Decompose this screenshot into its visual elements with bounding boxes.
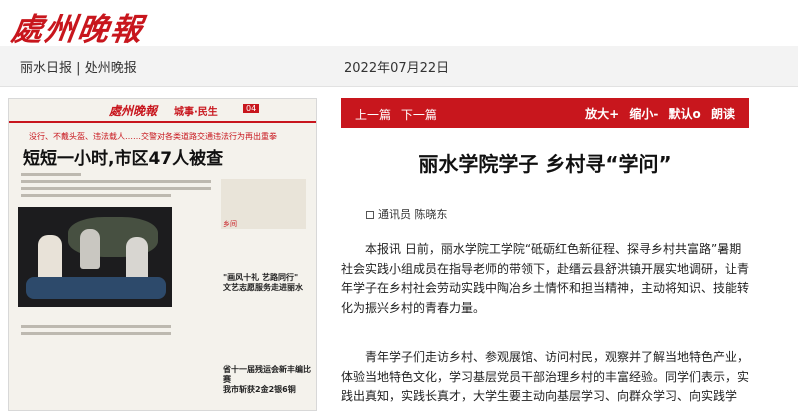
link-chuzhou-evening[interactable]: 处州晚报 [85,61,137,76]
article-title: 丽水学院学子 乡村寻“学问” [418,152,672,176]
thumbnail-section: 城事·民生 [174,107,218,118]
thumbnail-subheadline-1[interactable]: "画风十礼 艺路同行" 文艺志愿服务走进丽水 [223,273,303,293]
article-paragraph-2: 青年学子们走访乡村、参观展馆、访问村民，观察并了解当地特色产业，体验当地特色文化… [341,350,750,403]
thumbnail-photo [18,207,172,307]
thumbnail-side-caption: 乡间 [223,220,237,228]
read-aloud-button[interactable]: 朗读 [711,107,735,121]
newspaper-logo[interactable]: 處州晚報 [9,4,147,49]
thumbnail-kicker: 没行、不戴头盔、违法载人……交警对各类道路交通违法行为再出重拳 [29,132,277,141]
page-thumbnail[interactable]: 處州晚報 城事·民生 04 没行、不戴头盔、违法载人……交警对各类道路交通违法行… [8,98,317,411]
top-bar: 丽水日报 | 处州晚报 2022年07月22日 [0,46,798,87]
issue-date: 2022年07月22日 [344,61,450,76]
thumbnail-body-lines-2 [21,321,311,339]
byline-text: 通讯员 陈晓东 [378,208,448,221]
article-toolbar: 上一篇 下一篇 放大+ 缩小- 默认o 朗读 [341,98,749,128]
zoom-in-button[interactable]: 放大+ [585,107,619,121]
byline: 通讯员 陈晓东 [366,206,448,222]
square-bullet-icon [366,211,374,219]
paper-switcher: 丽水日报 | 处州晚报 [20,57,137,76]
reading-controls: 放大+ 缩小- 默认o 朗读 [579,105,735,122]
thumbnail-headline[interactable]: 短短一小时,市区47人被查 [23,144,223,169]
link-lishui-daily[interactable]: 丽水日报 [20,61,72,76]
thumbnail-body-lines [21,169,211,201]
next-article-button[interactable]: 下一篇 [401,108,437,122]
masthead: 處州晚報 [0,0,798,49]
article-paragraph-1: 本报讯 日前，丽水学院工学院“砥砺红色新征程、探寻乡村共富路”暑期社会实践小组成… [341,242,750,315]
thumbnail-subheadline-2[interactable]: 省十一届残运会新丰编比赛 我市斩获2金2银6铜 [223,365,316,395]
default-size-button[interactable]: 默认o [669,107,701,121]
zoom-out-button[interactable]: 缩小- [629,107,658,121]
separator: | [76,61,81,76]
thumbnail-page-number: 04 [243,104,260,113]
article-pager: 上一篇 下一篇 [355,106,443,123]
thumbnail-logo: 處州晚報 [109,104,158,118]
thumbnail-header: 處州晚報 城事·民生 04 [9,99,316,123]
prev-article-button[interactable]: 上一篇 [355,108,391,122]
